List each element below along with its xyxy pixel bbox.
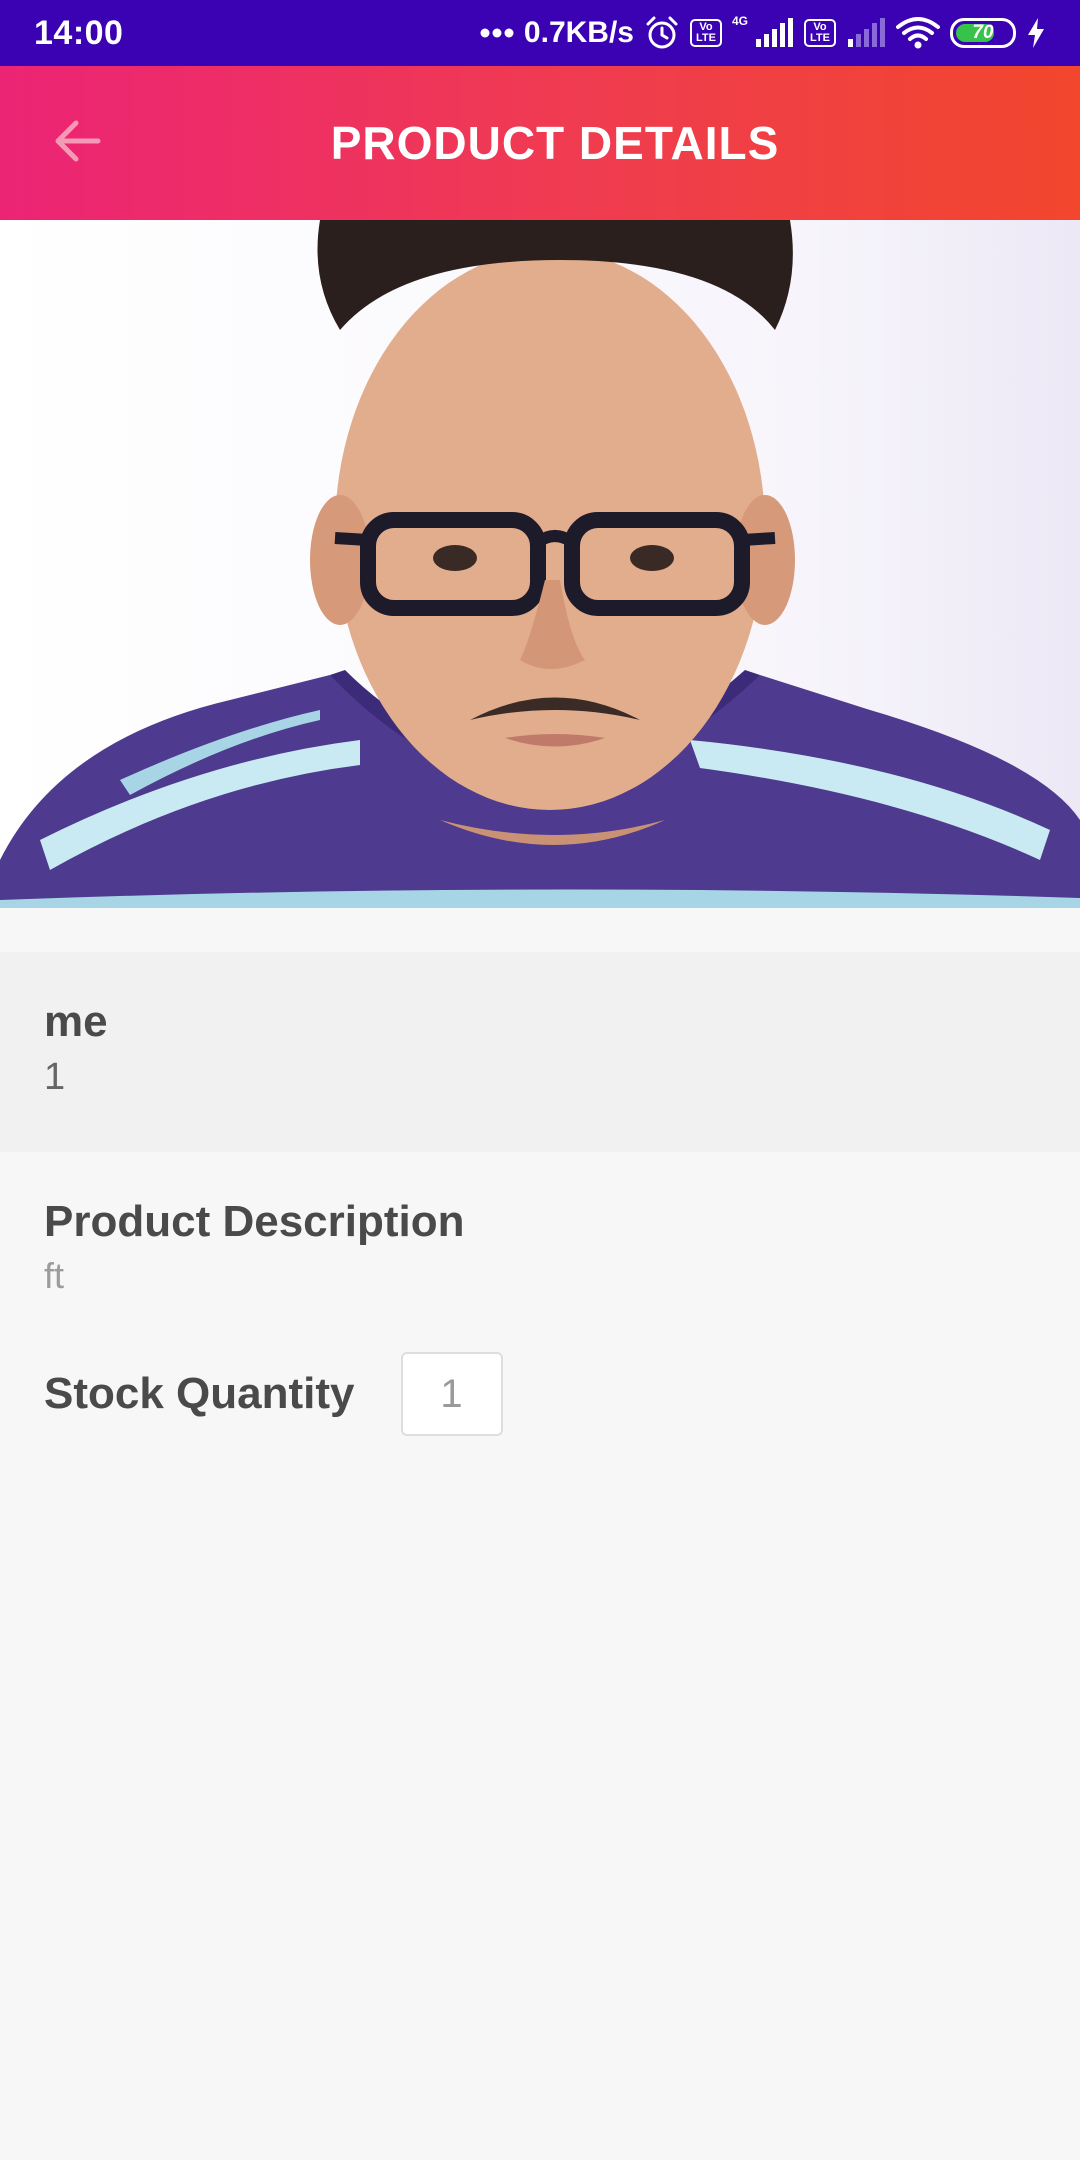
volte-icon: Vo LTE <box>804 19 836 47</box>
volte-label-bottom: LTE <box>810 32 830 44</box>
volte-icon: Vo LTE <box>689 19 722 47</box>
volte-label-bottom: LTE <box>696 32 716 44</box>
arrow-left-icon <box>52 119 102 168</box>
product-name-value: 1 <box>44 1056 66 1098</box>
product-description-label: Product Description <box>44 1197 465 1246</box>
wifi-icon <box>896 16 940 50</box>
battery-icon: 70 <box>950 18 1016 48</box>
stock-quantity-label: Stock Quantity <box>44 1369 355 1418</box>
charging-icon <box>1026 17 1046 49</box>
product-photo <box>0 220 1080 908</box>
product-name-section: me 1 <box>0 952 1080 1152</box>
stock-quantity-row: Stock Quantity <box>44 1352 503 1436</box>
stock-quantity-input[interactable] <box>400 1352 503 1436</box>
product-image <box>0 220 1080 908</box>
battery-level: 70 <box>972 22 994 43</box>
page-title: PRODUCT DETAILS <box>330 117 780 169</box>
network-speed: 0.7KB/s <box>523 16 634 49</box>
product-description-value: ft <box>44 1255 65 1296</box>
product-name-label: me <box>44 997 108 1046</box>
status-icons: 0.7KB/s Vo LTE 4G Vo LTE 70 <box>480 14 1046 51</box>
signal-icon <box>754 17 794 49</box>
status-time: 14:00 <box>34 13 124 52</box>
network-type-label: 4G <box>731 14 748 28</box>
back-button[interactable] <box>44 110 110 176</box>
alarm-icon <box>644 15 680 51</box>
status-bar: 14:00 0.7KB/s Vo LTE 4G Vo LTE 70 <box>0 0 1080 66</box>
dots-icon <box>480 28 514 38</box>
signal-weak-icon <box>846 17 886 49</box>
product-description-section: Product Description ft <box>44 1200 1034 1294</box>
app-bar: PRODUCT DETAILS <box>0 66 1080 220</box>
